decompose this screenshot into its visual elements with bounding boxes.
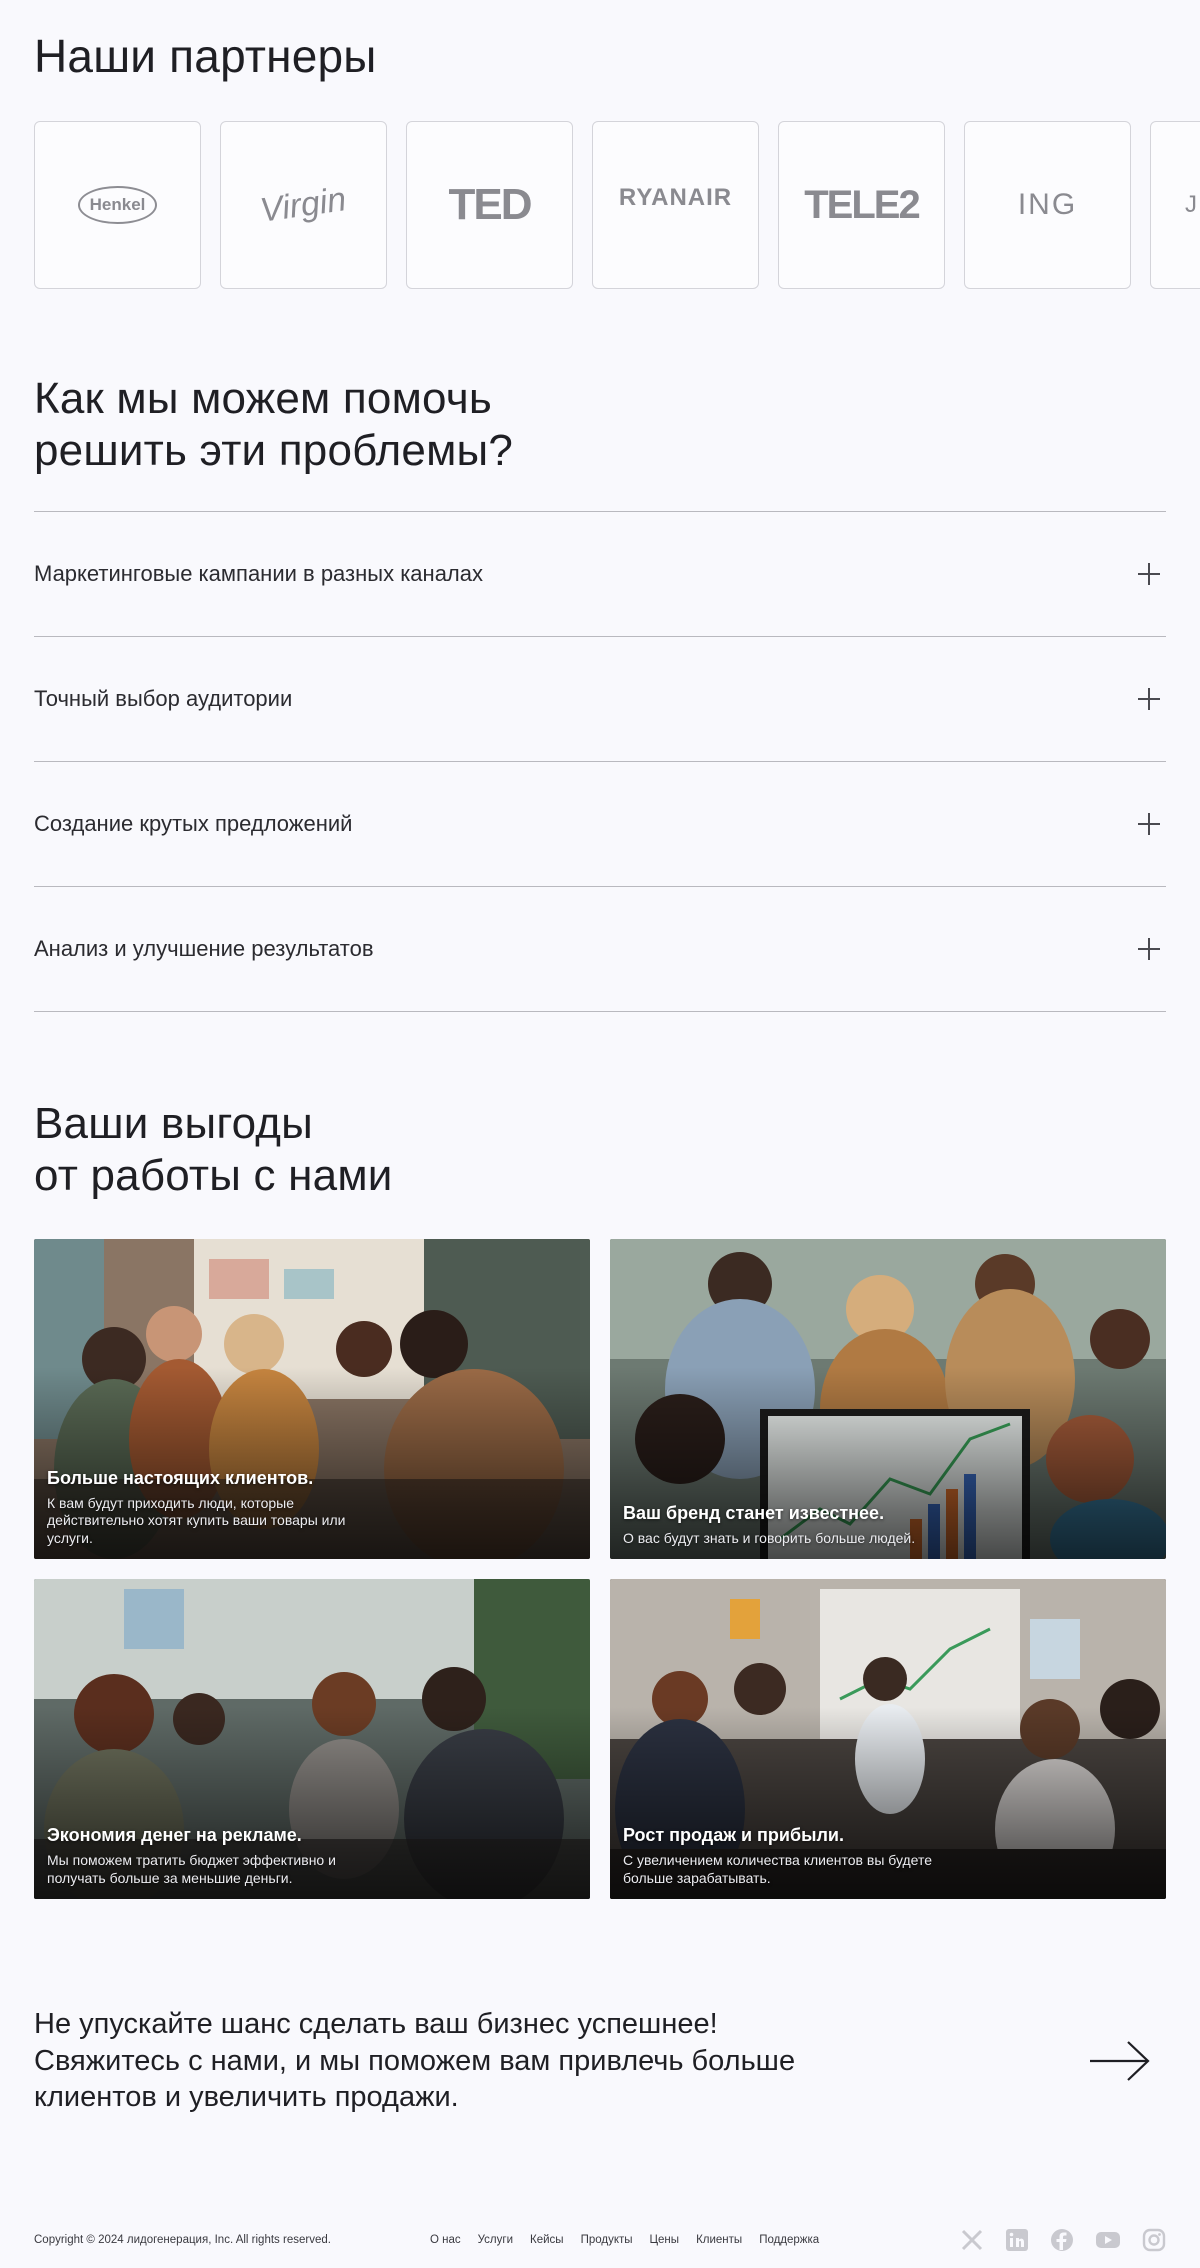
partial-logo: J bbox=[1185, 191, 1197, 218]
partners-title: Наши партнеры bbox=[34, 30, 377, 82]
partner-logo-henkel[interactable]: Henkel bbox=[34, 121, 201, 289]
benefits-title: Ваши выгоды от работы с нами bbox=[34, 1098, 1166, 1202]
arrow-right-icon[interactable] bbox=[1088, 2039, 1152, 2083]
partner-logo-ing[interactable]: ING bbox=[964, 121, 1131, 289]
partner-logo-virgin[interactable]: Virgin bbox=[220, 121, 387, 289]
accordion-item-label: Маркетинговые кампании в разных каналах bbox=[34, 561, 484, 586]
benefits-grid: Больше настоящих клиентов. К вам будут п… bbox=[34, 1239, 1166, 1899]
help-title-line2: решить эти проблемы? bbox=[34, 425, 514, 475]
footer-link-cases[interactable]: Кейсы bbox=[530, 2234, 564, 2246]
card-description: О вас будут знать и говорить больше люде… bbox=[623, 1529, 916, 1546]
partner-logo-ryanair[interactable]: RYANAIR bbox=[592, 121, 759, 289]
ing-logo: ING bbox=[1017, 188, 1078, 221]
cta-section: Не упускайте шанс сделать ваш бизнес усп… bbox=[34, 1996, 1166, 2126]
benefits-title-line2: от работы с нами bbox=[34, 1150, 393, 1200]
plus-icon[interactable] bbox=[1138, 563, 1160, 585]
accordion-item-label: Точный выбор аудитории bbox=[34, 686, 293, 711]
social-links bbox=[960, 2228, 1166, 2252]
benefit-card[interactable]: Ваш бренд станет известнее. О вас будут … bbox=[610, 1239, 1166, 1559]
virgin-logo: Virgin bbox=[258, 179, 349, 230]
accordion-item[interactable]: Анализ и улучшение результатов bbox=[34, 887, 1166, 1012]
footer-link-support[interactable]: Поддержка bbox=[759, 2234, 819, 2246]
accordion-item-label: Создание крутых предложений bbox=[34, 811, 353, 836]
partners-logo-row[interactable]: Henkel Virgin TED RYANAIR TELE2 ING J bbox=[34, 121, 1200, 289]
x-icon[interactable] bbox=[960, 2228, 984, 2252]
footer-link-prices[interactable]: Цены bbox=[650, 2234, 680, 2246]
partner-logo-tele2[interactable]: TELE2 bbox=[778, 121, 945, 289]
footer-link-services[interactable]: Услуги bbox=[478, 2234, 513, 2246]
cta-text: Не упускайте шанс сделать ваш бизнес усп… bbox=[34, 2007, 796, 2114]
ted-logo: TED bbox=[448, 180, 533, 229]
partner-logo-partial[interactable]: J bbox=[1150, 121, 1200, 289]
youtube-icon[interactable] bbox=[1095, 2228, 1121, 2252]
card-text: Ваш бренд станет известнее. О вас будут … bbox=[623, 1503, 1126, 1548]
plus-icon[interactable] bbox=[1138, 938, 1160, 960]
copyright: Copyright © 2024 лидогенерация, Inc. All… bbox=[34, 2234, 331, 2246]
accordion-item-label: Анализ и улучшение результатов bbox=[34, 936, 374, 961]
card-description: К вам будут приходить люди, которые дейс… bbox=[47, 1494, 346, 1546]
accordion-item[interactable]: Маркетинговые кампании в разных каналах bbox=[34, 512, 1166, 637]
henkel-logo: Henkel bbox=[77, 186, 158, 224]
plus-icon[interactable] bbox=[1138, 688, 1160, 710]
accordion-item[interactable]: Создание крутых предложений bbox=[34, 762, 1166, 887]
card-description: Мы поможем тратить бюджет эффективно и п… bbox=[47, 1852, 336, 1886]
card-title: Ваш бренд станет известнее. bbox=[623, 1502, 885, 1523]
help-accordion: Маркетинговые кампании в разных каналах … bbox=[34, 511, 1166, 1012]
plus-icon[interactable] bbox=[1138, 813, 1160, 835]
help-title-line1: Как мы можем помочь bbox=[34, 374, 492, 423]
footer-link-products[interactable]: Продукты bbox=[581, 2234, 633, 2246]
partner-logo-ted[interactable]: TED bbox=[406, 121, 573, 289]
card-title: Экономия денег на рекламе. bbox=[47, 1825, 302, 1845]
footer-link-clients[interactable]: Клиенты bbox=[696, 2234, 742, 2246]
linkedin-icon[interactable] bbox=[1005, 2228, 1029, 2252]
instagram-icon[interactable] bbox=[1142, 2228, 1166, 2252]
accordion-item[interactable]: Точный выбор аудитории bbox=[34, 637, 1166, 762]
help-title: Как мы можем помочь решить эти проблемы? bbox=[34, 373, 1166, 477]
footer: Copyright © 2024 лидогенерация, Inc. All… bbox=[34, 2220, 1166, 2260]
card-description: С увеличением количества клиентов вы буд… bbox=[623, 1852, 933, 1886]
card-text: Больше настоящих клиентов. К вам будут п… bbox=[47, 1468, 550, 1548]
benefit-card[interactable]: Рост продаж и прибыли. С увеличением кол… bbox=[610, 1579, 1166, 1899]
tele2-logo: TELE2 bbox=[804, 182, 920, 227]
ryanair-logo: RYANAIR bbox=[618, 184, 733, 211]
card-text: Экономия денег на рекламе. Мы поможем тр… bbox=[47, 1825, 550, 1887]
card-title: Рост продаж и прибыли. bbox=[623, 1825, 844, 1845]
facebook-icon[interactable] bbox=[1050, 2228, 1074, 2252]
footer-nav: О нас Услуги Кейсы Продукты Цены Клиенты… bbox=[430, 2234, 819, 2246]
footer-link-about[interactable]: О нас bbox=[430, 2234, 461, 2246]
card-text: Рост продаж и прибыли. С увеличением кол… bbox=[623, 1825, 1126, 1887]
benefits-title-line1: Ваши выгоды bbox=[34, 1099, 314, 1148]
card-title: Больше настоящих клиентов. bbox=[47, 1467, 314, 1488]
benefit-card[interactable]: Экономия денег на рекламе. Мы поможем тр… bbox=[34, 1579, 590, 1899]
benefit-card[interactable]: Больше настоящих клиентов. К вам будут п… bbox=[34, 1239, 590, 1559]
